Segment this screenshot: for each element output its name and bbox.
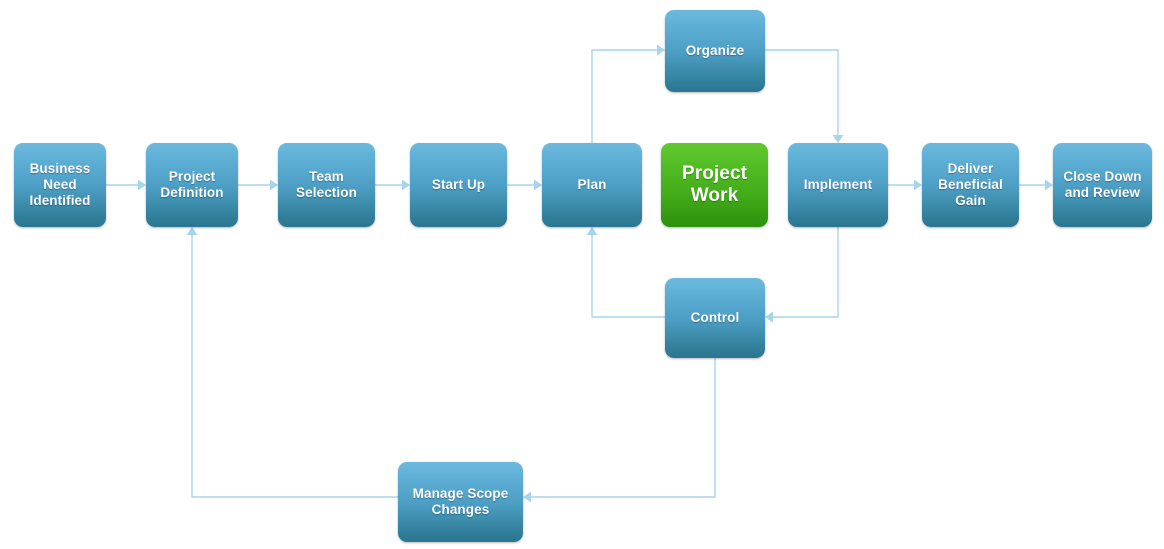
node-manage-scope-changes[interactable]: Manage Scope Changes: [398, 462, 523, 542]
arrowhead: [523, 491, 531, 503]
arrowhead: [832, 135, 844, 143]
connector-manage-scope-changes-to-project-definition: [186, 227, 398, 498]
node-label-project-work: Project Work: [681, 162, 748, 206]
arrowhead: [765, 311, 773, 323]
node-label-business-need-identified: Business Need Identified: [29, 161, 91, 208]
connector-implement-to-control: [765, 227, 839, 323]
node-business-need-identified[interactable]: Business Need Identified: [14, 143, 106, 227]
node-plan[interactable]: Plan: [542, 143, 642, 227]
node-control[interactable]: Control: [665, 278, 765, 358]
arrowhead: [914, 179, 922, 191]
node-label-implement: Implement: [803, 177, 873, 193]
arrowhead: [1045, 179, 1053, 191]
connector-control-to-plan: [586, 227, 665, 318]
arrowhead: [138, 179, 146, 191]
connector-control-to-manage-scope-changes: [523, 358, 716, 503]
connector-implement-to-deliver-beneficial-gain: [888, 179, 922, 191]
connector-deliver-to-close-down: [1019, 179, 1053, 191]
connector-project-definition-to-team-selection: [238, 179, 278, 191]
node-project-work[interactable]: Project Work: [661, 143, 768, 227]
node-deliver-beneficial-gain[interactable]: Deliver Beneficial Gain: [922, 143, 1019, 227]
node-close-down-and-review[interactable]: Close Down and Review: [1053, 143, 1152, 227]
node-label-organize: Organize: [685, 43, 745, 59]
arrowhead: [270, 179, 278, 191]
node-label-start-up: Start Up: [431, 177, 486, 193]
node-label-deliver-beneficial-gain: Deliver Beneficial Gain: [938, 161, 1003, 208]
node-label-control: Control: [690, 310, 740, 326]
node-label-manage-scope-changes: Manage Scope Changes: [412, 486, 509, 517]
connector-plan-to-organize: [591, 44, 665, 143]
connector-layer: [106, 44, 1053, 503]
node-label-team-selection: Team Selection: [296, 169, 357, 200]
node-implement[interactable]: Implement: [788, 143, 888, 227]
node-team-selection[interactable]: Team Selection: [278, 143, 375, 227]
connector-organize-to-implement: [765, 49, 844, 143]
node-project-definition[interactable]: Project Definition: [146, 143, 238, 227]
arrowhead: [586, 227, 598, 235]
node-start-up[interactable]: Start Up: [410, 143, 507, 227]
arrowhead: [534, 179, 542, 191]
connector-business-need-to-project-definition: [106, 179, 146, 191]
node-label-plan: Plan: [577, 177, 607, 193]
arrowhead: [186, 227, 198, 235]
arrowhead: [402, 179, 410, 191]
node-label-close-down-and-review: Close Down and Review: [1063, 169, 1142, 200]
arrowhead: [657, 44, 665, 56]
flowchart-canvas: Business Need Identified Project Definiti…: [0, 0, 1164, 549]
connector-start-up-to-plan: [507, 179, 542, 191]
connector-team-selection-to-start-up: [375, 179, 410, 191]
node-label-project-definition: Project Definition: [160, 169, 224, 200]
node-organize[interactable]: Organize: [665, 10, 765, 92]
